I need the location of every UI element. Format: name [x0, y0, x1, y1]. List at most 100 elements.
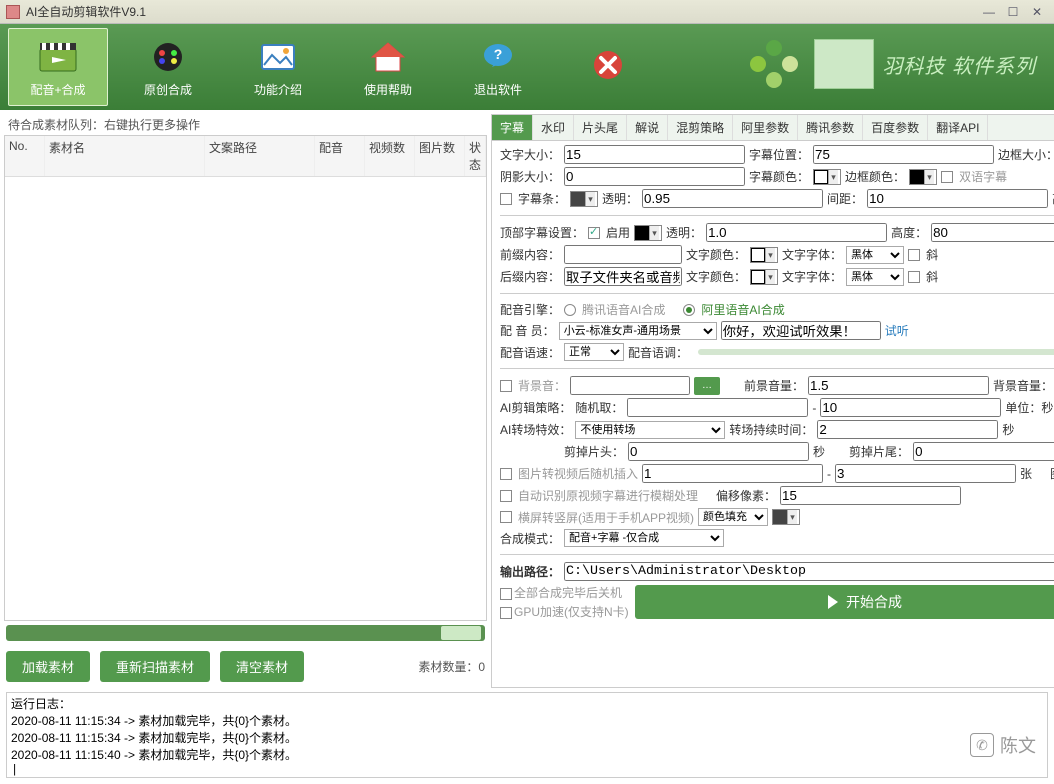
tab-translate-api[interactable]: 翻译API	[928, 115, 988, 140]
bgm-checkbox[interactable]	[500, 380, 512, 392]
top-bg-color-picker[interactable]: ▾	[634, 225, 662, 241]
subtitle-pos-input[interactable]	[813, 145, 994, 164]
start-compose-button[interactable]: 开始合成	[635, 585, 1054, 619]
portrait-label: 横屏转竖屏(适用于手机APP视频)	[518, 509, 694, 526]
bgm-path-input[interactable]	[570, 376, 690, 395]
tool-help-doc[interactable]: ? 退出软件	[448, 28, 548, 106]
rand-from-input[interactable]	[627, 398, 808, 417]
top-height-input[interactable]	[931, 223, 1054, 242]
output-path-input[interactable]	[564, 562, 1054, 581]
engine-tencent-radio[interactable]	[564, 304, 576, 316]
subtitle-pos-label: 字幕位置：	[749, 146, 809, 163]
top-opacity-input[interactable]	[706, 223, 887, 242]
svg-text:?: ?	[494, 46, 503, 62]
top-opacity-label: 透明：	[666, 224, 702, 241]
suffix-color-label: 文字颜色：	[686, 268, 746, 285]
tab-baidu-params[interactable]: 百度参数	[863, 115, 928, 140]
rand-to-input[interactable]	[820, 398, 1001, 417]
voice-tone-slider[interactable]	[698, 349, 1054, 355]
subtitle-color-picker[interactable]: ▾	[813, 169, 841, 185]
gpu-label: GPU加速(仅支持N卡)	[514, 605, 629, 619]
tab-intro-outro[interactable]: 片头尾	[574, 115, 627, 140]
voice-actor-select[interactable]: 小云-标准女声-通用场景	[559, 322, 717, 340]
prefix-color-picker[interactable]: ▾	[750, 247, 778, 263]
bg-volume-label: 背景音量：	[993, 377, 1053, 394]
border-size-label: 边框大小：	[998, 146, 1054, 163]
grid-body[interactable]	[5, 177, 486, 620]
tab-narration[interactable]: 解说	[627, 115, 668, 140]
tool-original-compose[interactable]: 原创合成	[118, 28, 218, 106]
pic-to-input[interactable]	[835, 464, 1016, 483]
suffix-font-select[interactable]: 黑体	[846, 268, 904, 286]
gpu-checkbox[interactable]	[500, 607, 512, 619]
minimize-button[interactable]: —	[978, 4, 1000, 20]
progress-slider[interactable]	[6, 625, 485, 641]
cut-tail-input[interactable]	[913, 442, 1054, 461]
prefix-input[interactable]	[564, 245, 682, 264]
tab-mix-strategy[interactable]: 混剪策略	[668, 115, 733, 140]
clear-material-button[interactable]: 清空素材	[220, 651, 304, 682]
close-button[interactable]: ✕	[1026, 4, 1048, 20]
fg-volume-input[interactable]	[808, 376, 989, 395]
shutdown-checkbox[interactable]	[500, 588, 512, 600]
tool-exit[interactable]	[558, 28, 658, 106]
top-enable-checkbox[interactable]	[588, 227, 600, 239]
border-color-label: 边框颜色：	[845, 168, 905, 185]
fill-mode-select[interactable]: 颜色填充	[698, 508, 768, 526]
portrait-checkbox[interactable]	[500, 511, 512, 523]
strip-color-picker[interactable]: ▾	[570, 191, 598, 207]
rescan-material-button[interactable]: 重新扫描素材	[100, 651, 210, 682]
tab-subtitle[interactable]: 字幕	[492, 115, 533, 140]
load-material-button[interactable]: 加载素材	[6, 651, 90, 682]
brand-logo-icon	[744, 34, 804, 94]
subtitle-strip-checkbox[interactable]	[500, 193, 512, 205]
cut-head-input[interactable]	[628, 442, 809, 461]
suffix-input[interactable]	[564, 267, 682, 286]
suffix-font-label: 文字字体：	[782, 268, 842, 285]
tool-label: 配音+合成	[30, 81, 85, 98]
border-color-picker[interactable]: ▾	[909, 169, 937, 185]
voice-sample-input[interactable]	[721, 321, 881, 340]
log-panel[interactable]: 运行日志： 2020-08-11 11:15:34 -> 素材加载完毕，共{0}…	[6, 692, 1048, 778]
bilingual-checkbox[interactable]	[941, 171, 953, 183]
shutdown-label: 全部合成完毕后关机	[514, 586, 622, 600]
tool-dub-compose[interactable]: 配音+合成	[8, 28, 108, 106]
material-count: 素材数量：0	[418, 658, 485, 675]
suffix-italic-checkbox[interactable]	[908, 271, 920, 283]
home-icon	[366, 37, 410, 77]
clip-strategy-value: 随机取：	[575, 399, 623, 416]
maximize-button[interactable]: ☐	[1002, 4, 1024, 20]
brand-area: 羽科技 软件系列	[744, 34, 1036, 94]
compose-mode-select[interactable]: 配音+字幕 -仅合成	[564, 529, 724, 547]
clip-strategy-label: AI剪辑策略：	[500, 399, 571, 416]
shadow-input[interactable]	[564, 167, 745, 186]
engine-ali-radio[interactable]	[683, 304, 695, 316]
opacity-input[interactable]	[642, 189, 823, 208]
gap-input[interactable]	[867, 189, 1048, 208]
tab-ali-params[interactable]: 阿里参数	[733, 115, 798, 140]
queue-header: 待合成素材队列：右键执行更多操作	[4, 114, 487, 135]
tab-tencent-params[interactable]: 腾讯参数	[798, 115, 863, 140]
tool-features[interactable]: 功能介绍	[228, 28, 328, 106]
pic-from-input[interactable]	[642, 464, 823, 483]
suffix-color-picker[interactable]: ▾	[750, 269, 778, 285]
tab-watermark[interactable]: 水印	[533, 115, 574, 140]
voice-speed-select[interactable]: 正常	[564, 343, 624, 361]
transition-select[interactable]: 不使用转场	[575, 421, 725, 439]
bgm-browse-button[interactable]: …	[694, 377, 720, 395]
prefix-font-select[interactable]: 黑体	[846, 246, 904, 264]
font-size-input[interactable]	[564, 145, 745, 164]
tool-label: 使用帮助	[364, 81, 412, 98]
fill-color-picker[interactable]: ▾	[772, 509, 800, 525]
material-grid[interactable]: No. 素材名 文案路径 配音 视频数 图片数 状态	[4, 135, 487, 621]
watermark-text: 陈文	[1000, 732, 1036, 758]
offset-input[interactable]	[780, 486, 961, 505]
prefix-italic-checkbox[interactable]	[908, 249, 920, 261]
tool-help[interactable]: 使用帮助	[338, 28, 438, 106]
play-icon	[828, 595, 838, 609]
try-listen-link[interactable]: 试听	[885, 322, 909, 339]
auto-blur-checkbox[interactable]	[500, 490, 512, 502]
pic-insert-checkbox[interactable]	[500, 468, 512, 480]
transition-duration-input[interactable]	[817, 420, 998, 439]
opacity-label: 透明：	[602, 190, 638, 207]
